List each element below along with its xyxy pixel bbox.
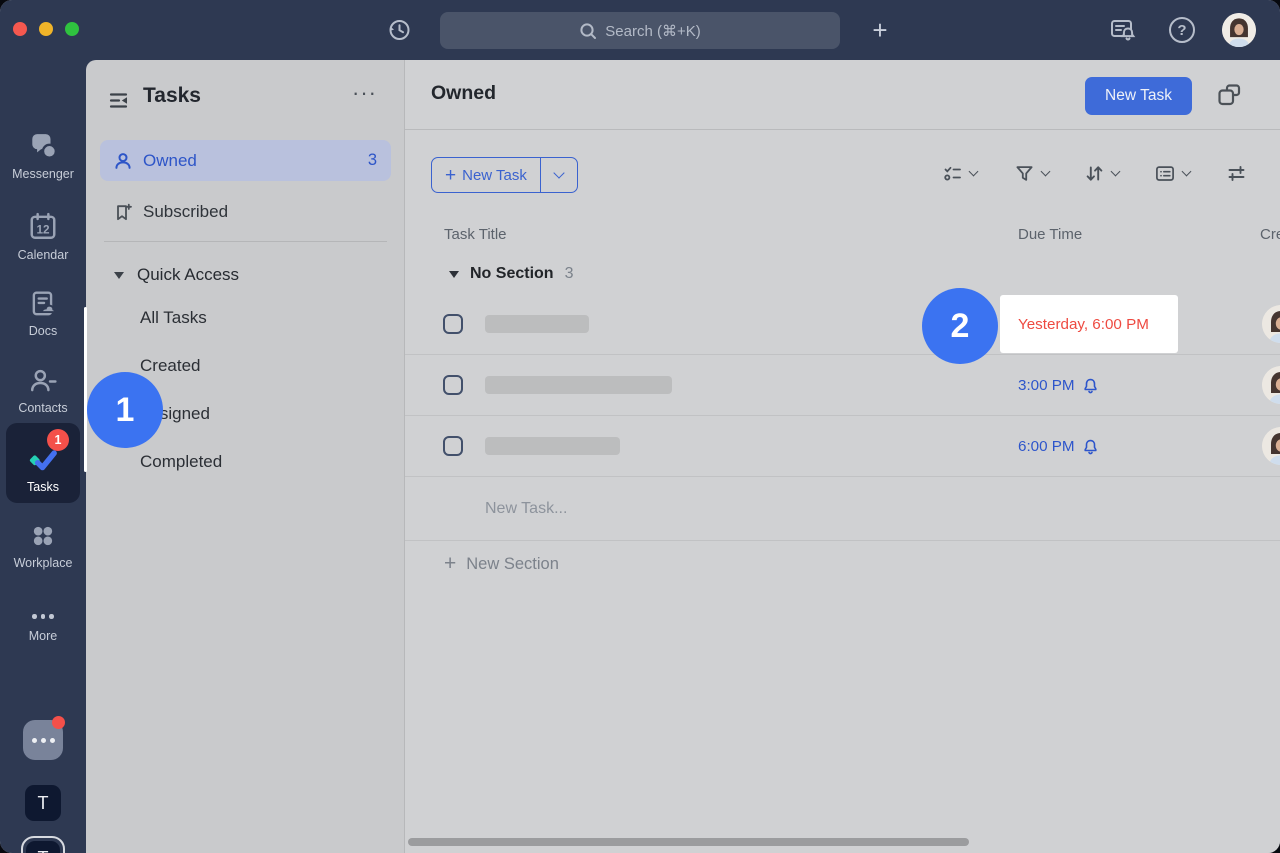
tasks-badge: 1 xyxy=(47,429,69,451)
task-checkbox[interactable] xyxy=(443,375,463,395)
new-task-split-button[interactable]: + New Task xyxy=(431,157,578,193)
app-window: Search (⌘+K) + ? xyxy=(0,0,1280,853)
due-time-cell[interactable]: 6:00 PM xyxy=(1018,416,1098,477)
sidebar-item-contacts[interactable]: Contacts xyxy=(0,367,86,415)
quick-access-header[interactable]: Quick Access xyxy=(114,265,239,285)
workspace-avatar-2-selected[interactable]: T xyxy=(21,836,65,853)
history-icon[interactable] xyxy=(385,16,413,44)
new-section-button[interactable]: + New Section xyxy=(444,552,559,576)
notification-dot xyxy=(52,716,65,729)
view-subscribed[interactable]: Subscribed xyxy=(100,191,391,232)
workplace-icon xyxy=(29,522,57,550)
page-title: Owned xyxy=(431,82,496,105)
task-row[interactable]: Yesterday, 6:00 PM xyxy=(405,294,1280,355)
contacts-icon xyxy=(29,367,57,395)
search-input[interactable]: Search (⌘+K) xyxy=(440,12,840,49)
due-time-cell[interactable]: 3:00 PM xyxy=(1018,355,1098,416)
app-sidebar: Messenger 12 Calendar Docs xyxy=(0,60,86,853)
creator-avatar xyxy=(1262,427,1280,465)
workspace-avatar-1[interactable]: T xyxy=(25,785,61,821)
section-count: 3 xyxy=(565,265,574,283)
section-header[interactable]: No Section 3 xyxy=(449,259,573,289)
quick-access-completed[interactable]: Completed xyxy=(140,450,222,474)
horizontal-scrollbar[interactable] xyxy=(408,838,969,846)
task-title-placeholder xyxy=(485,437,620,455)
creator-avatar xyxy=(1262,366,1280,404)
task-row[interactable]: 3:00 PM xyxy=(405,355,1280,416)
tutorial-step-2-badge: 2 xyxy=(922,288,998,364)
help-button[interactable]: ? xyxy=(1167,15,1197,45)
search-icon xyxy=(579,22,597,40)
titlebar: Search (⌘+K) + ? xyxy=(0,0,1280,60)
sidebar-item-workplace[interactable]: Workplace xyxy=(0,522,86,570)
tutorial-spotlight-edge xyxy=(84,307,87,472)
plus-icon: + xyxy=(872,15,887,46)
new-window-plus-button[interactable]: + xyxy=(864,14,896,46)
view-owned[interactable]: Owned 3 xyxy=(100,140,391,181)
plus-icon: + xyxy=(445,166,456,185)
sidebar-item-more[interactable]: More xyxy=(0,606,86,643)
owned-count: 3 xyxy=(368,151,377,170)
panel-more-button[interactable]: ··· xyxy=(352,80,377,106)
docs-icon xyxy=(29,290,57,318)
due-time-cell[interactable]: Yesterday, 6:00 PM xyxy=(1018,294,1149,355)
sidebar-item-docs[interactable]: Docs xyxy=(0,290,86,338)
column-task-title: Task Title xyxy=(444,226,507,243)
column-due-time: Due Time xyxy=(1018,226,1082,243)
sidebar-item-calendar[interactable]: 12 Calendar xyxy=(0,212,86,262)
close-button[interactable] xyxy=(13,22,27,36)
search-placeholder: Search (⌘+K) xyxy=(605,22,700,40)
fields-button[interactable] xyxy=(1155,164,1190,183)
task-checkbox[interactable] xyxy=(443,314,463,334)
task-title-placeholder xyxy=(485,376,672,394)
task-title-placeholder xyxy=(485,315,589,333)
quick-access-created[interactable]: Created xyxy=(140,354,200,378)
sort-button[interactable] xyxy=(1085,164,1119,183)
traffic-lights xyxy=(13,22,79,36)
group-by-button[interactable] xyxy=(943,164,977,183)
task-checkbox[interactable] xyxy=(443,436,463,456)
column-creator: Cre xyxy=(1260,226,1280,243)
task-row[interactable]: 6:00 PM xyxy=(405,416,1280,477)
minimize-button[interactable] xyxy=(39,22,53,36)
filter-button[interactable] xyxy=(1015,164,1049,183)
open-in-new-icon[interactable] xyxy=(1217,83,1242,107)
help-icon: ? xyxy=(1169,17,1195,43)
tutorial-step-1-badge: 1 xyxy=(87,372,163,448)
more-dots-icon xyxy=(32,614,54,619)
reminder-bell-icon xyxy=(1083,439,1098,455)
sidebar-item-messenger[interactable]: Messenger xyxy=(0,133,86,181)
new-task-split-main[interactable]: + New Task xyxy=(432,158,540,192)
zoom-button[interactable] xyxy=(65,22,79,36)
new-task-inline-input[interactable]: New Task... xyxy=(405,477,1280,541)
calendar-icon: 12 xyxy=(28,212,58,242)
new-task-button[interactable]: New Task xyxy=(1085,77,1192,115)
person-icon xyxy=(114,152,132,170)
sidebar-item-tasks[interactable]: Tasks 1 xyxy=(6,423,80,503)
user-avatar[interactable] xyxy=(1222,13,1256,47)
task-list: Yesterday, 6:00 PM 3:00 PM xyxy=(405,294,1280,477)
triangle-down-icon xyxy=(114,272,124,279)
new-task-dropdown[interactable] xyxy=(541,158,577,192)
main-header: Owned New Task xyxy=(405,60,1280,130)
svg-text:12: 12 xyxy=(36,223,50,236)
reminder-bell-icon xyxy=(1083,378,1098,394)
main-content: Owned New Task + New Task xyxy=(405,60,1280,853)
settings-sliders-button[interactable] xyxy=(1227,164,1246,183)
announcement-icon[interactable] xyxy=(1108,16,1138,44)
plus-icon: + xyxy=(444,552,456,576)
creator-avatar xyxy=(1262,305,1280,343)
triangle-down-icon xyxy=(449,271,459,278)
bookmark-plus-icon xyxy=(114,203,132,221)
messenger-icon xyxy=(28,133,58,161)
divider xyxy=(104,241,387,242)
panel-title: Tasks xyxy=(143,84,201,108)
collapse-sidebar-icon[interactable] xyxy=(108,90,129,111)
tasks-panel: Tasks ··· Owned 3 Subscribed xyxy=(86,60,405,853)
quick-access-all-tasks[interactable]: All Tasks xyxy=(140,306,207,330)
